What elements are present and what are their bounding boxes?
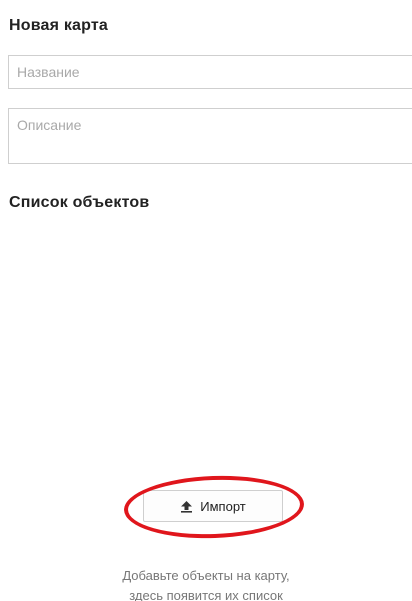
upload-icon xyxy=(180,500,193,513)
empty-list-hint: Добавьте объекты на карту, здесь появитс… xyxy=(0,566,412,601)
map-name-input[interactable] xyxy=(8,55,412,89)
new-map-panel: Новая карта Список объектов Импорт Добав… xyxy=(0,0,412,601)
new-map-heading: Новая карта xyxy=(9,17,109,34)
empty-list-hint-line-2: здесь появится их список xyxy=(129,588,283,601)
empty-list-hint-line-1: Добавьте объекты на карту, xyxy=(122,568,290,583)
map-description-input[interactable] xyxy=(8,108,412,164)
import-button-label: Импорт xyxy=(200,498,246,514)
import-button[interactable]: Импорт xyxy=(143,490,283,522)
objects-list-heading: Список объектов xyxy=(9,194,150,211)
